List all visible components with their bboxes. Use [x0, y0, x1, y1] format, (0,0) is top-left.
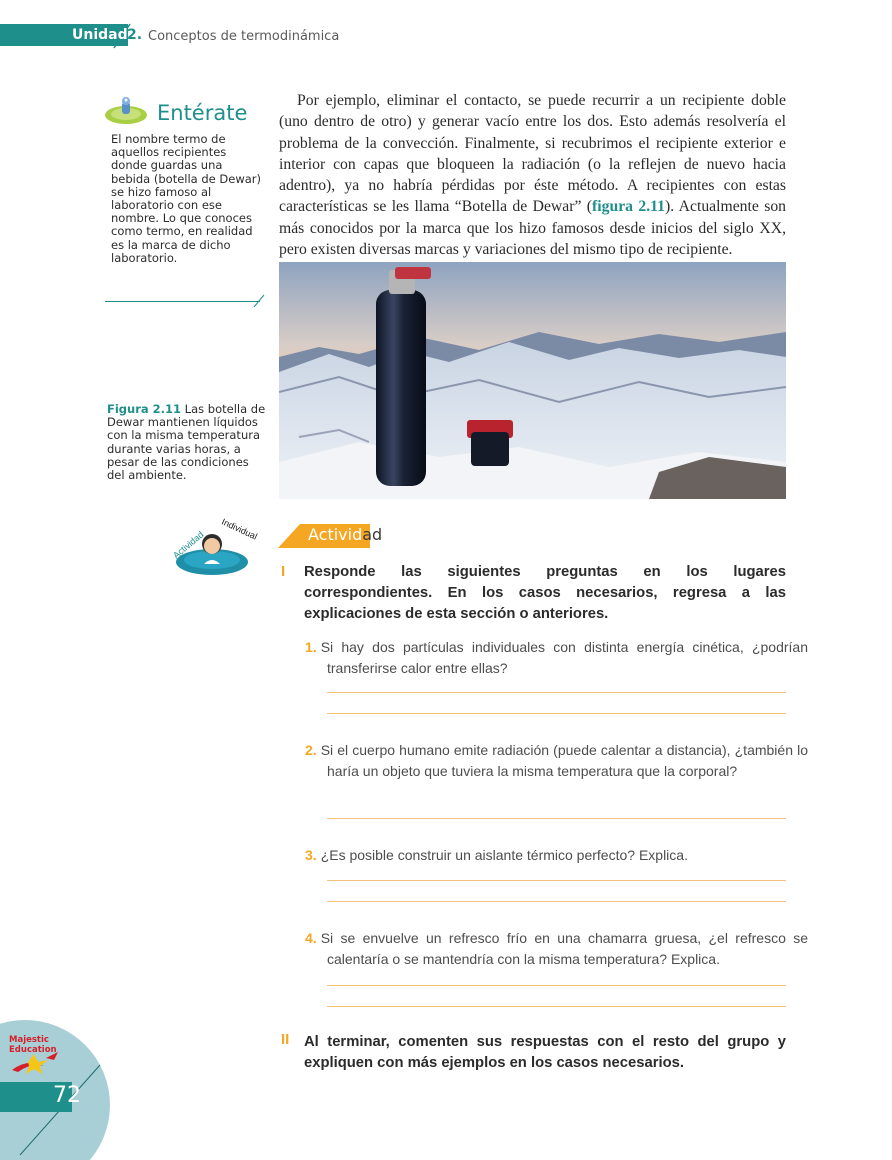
- section-2-numeral: II: [281, 1031, 290, 1048]
- question-3-text: ¿Es posible construir un aislante térmic…: [320, 847, 688, 863]
- badge-text-individual: Individual: [220, 518, 259, 542]
- answer-line[interactable]: [327, 880, 786, 881]
- figure-label: Figura 2.11: [107, 402, 182, 416]
- sidebar-slash-decoration: [253, 294, 265, 308]
- question-4-number: 4.: [305, 930, 317, 946]
- figure-caption: Figura 2.11 Las botella de Dewar mantien…: [107, 402, 267, 482]
- intro-text-start: Por ejemplo, eliminar el contacto, se pu…: [279, 92, 786, 216]
- unit-number: 2.: [127, 27, 143, 43]
- figure-reference: figura 2.11: [592, 198, 665, 216]
- answer-line[interactable]: [327, 985, 786, 986]
- page-number: 72: [53, 1083, 81, 1108]
- sidebar-divider: [105, 301, 260, 302]
- individual-activity-icon: Actividad Individual: [171, 518, 259, 575]
- activity-title-tail: ad: [362, 525, 383, 544]
- unit-title: Conceptos de termodinámica: [148, 29, 340, 44]
- question-3: 3. ¿Es posible construir un aislante térm…: [305, 845, 808, 866]
- logo-text-1: Majestic: [9, 1035, 49, 1045]
- answer-line[interactable]: [327, 692, 786, 693]
- question-1-number: 1.: [305, 639, 317, 655]
- answer-line[interactable]: [327, 713, 786, 714]
- sidebar-note: El nombre termo de aquellos recipientes …: [111, 132, 261, 265]
- unit-label: Unidad: [72, 27, 128, 43]
- intro-paragraph: Por ejemplo, eliminar el contacto, se pu…: [279, 90, 786, 260]
- answer-line[interactable]: [327, 818, 786, 819]
- answer-line[interactable]: [327, 1006, 786, 1007]
- activity-title-main: Activid: [308, 525, 363, 544]
- question-1: 1. Si hay dos partículas individuales con…: [305, 637, 808, 679]
- answer-line[interactable]: [327, 901, 786, 902]
- question-4-text: Si se envuelve un refresco frío en una c…: [320, 930, 808, 967]
- question-2-text: Si el cuerpo humano emite radiación (pue…: [320, 742, 808, 779]
- question-1-text: Si hay dos partículas individuales con d…: [320, 639, 808, 676]
- thermos-photo: [279, 262, 786, 499]
- section-1-instructions: Responde las siguientes preguntas en los…: [304, 564, 786, 622]
- question-3-number: 3.: [305, 847, 317, 863]
- enterate-title: Entérate: [157, 101, 248, 125]
- section-1-numeral: I: [281, 563, 286, 580]
- question-2: 2. Si el cuerpo humano emite radiación (p…: [305, 740, 808, 782]
- logo-text-2: Education: [9, 1045, 57, 1055]
- lamp-icon: [105, 97, 147, 124]
- activity-title: Actividad: [308, 525, 382, 544]
- question-2-number: 2.: [305, 742, 317, 758]
- question-4: 4. Si se envuelve un refresco frío en una…: [305, 928, 808, 970]
- section-2-instructions: Al terminar, comenten sus respuestas con…: [304, 1034, 786, 1071]
